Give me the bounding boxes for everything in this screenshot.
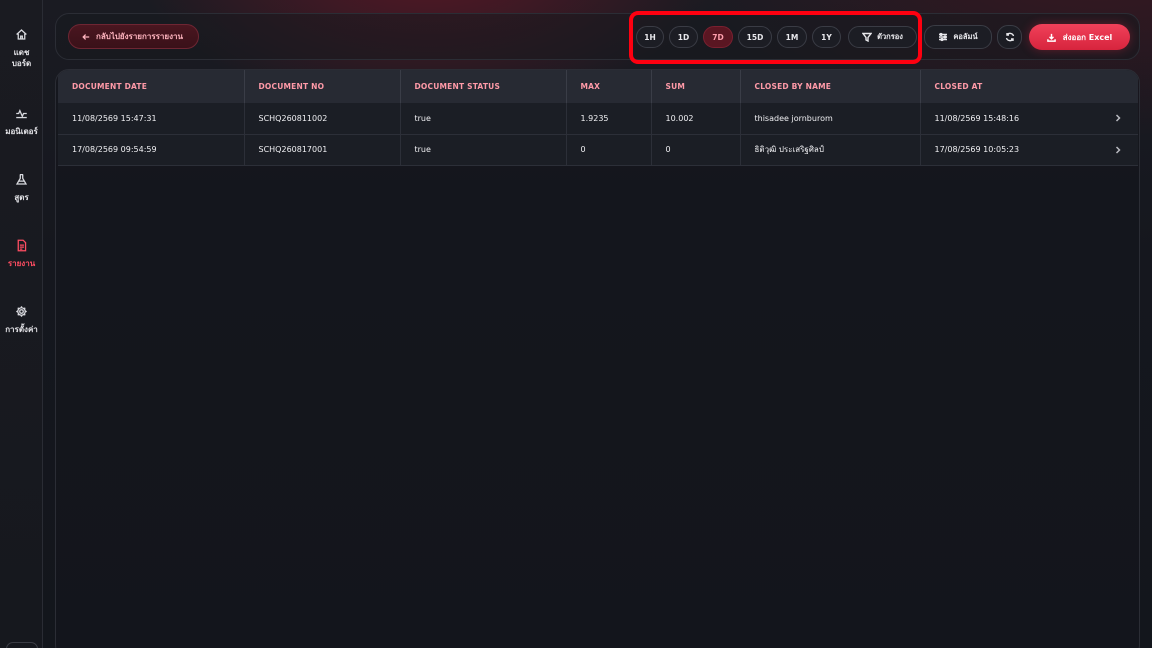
table-cell: SCHQ260817001 bbox=[244, 134, 401, 165]
back-to-reports-button[interactable]: กลับไปยังรายการรายงาน bbox=[68, 24, 199, 49]
sidebar-item-label: แดช บอร์ด bbox=[11, 48, 32, 68]
column-header[interactable]: MAX bbox=[566, 70, 652, 103]
table-cell: 1.9235 bbox=[566, 103, 652, 134]
range-15d-button[interactable]: 15D bbox=[738, 26, 772, 48]
range-1d-button[interactable]: 1D bbox=[669, 26, 698, 48]
chevron-right-icon[interactable] bbox=[1114, 113, 1122, 123]
monitor-wave-icon bbox=[16, 109, 27, 119]
flask-icon bbox=[15, 173, 28, 185]
gear-icon bbox=[16, 306, 27, 317]
download-icon bbox=[1046, 33, 1056, 42]
table-cell-last: 17/08/2569 10:05:23 bbox=[920, 134, 1138, 165]
column-header[interactable]: DOCUMENT DATE bbox=[58, 70, 245, 103]
sidebar-item-label: สูตร bbox=[14, 193, 29, 202]
back-button-label: กลับไปยังรายการรายงาน bbox=[96, 32, 183, 41]
refresh-button[interactable] bbox=[997, 25, 1022, 49]
table-cell: 11/08/2569 15:47:31 bbox=[58, 103, 245, 134]
sidebar-item-formula[interactable]: สูตร bbox=[0, 173, 43, 203]
filter-button-label: ตัวกรอง bbox=[877, 32, 903, 41]
range-label: 1H bbox=[644, 32, 656, 42]
range-label: 15D bbox=[746, 32, 764, 42]
range-label: 1Y bbox=[821, 32, 832, 42]
document-icon bbox=[17, 239, 27, 252]
filter-button[interactable]: ตัวกรอง bbox=[848, 26, 917, 48]
range-7d-button[interactable]: 7D bbox=[703, 26, 733, 48]
range-1m-button[interactable]: 1M bbox=[777, 26, 807, 48]
sidebar-item-dashboard[interactable]: แดช บอร์ด bbox=[0, 28, 43, 69]
range-1y-button[interactable]: 1Y bbox=[812, 26, 841, 48]
table-cell: 17/08/2569 09:54:59 bbox=[58, 134, 245, 165]
columns-button-label: คอลัมน์ bbox=[953, 32, 978, 41]
table-cell: ธิติวุฒิ ประเสริฐศิลป์ bbox=[740, 134, 921, 165]
report-table: DOCUMENT DATE DOCUMENT NO DOCUMENT STATU… bbox=[58, 70, 1138, 166]
table-cell: true bbox=[400, 103, 567, 134]
sidebar: แดช บอร์ด มอนิเตอร์ สูตร รายงาน การตั้งค… bbox=[0, 0, 43, 648]
sliders-icon bbox=[939, 32, 948, 42]
table-cell-value: 17/08/2569 10:05:23 bbox=[934, 145, 1020, 154]
table-cell: true bbox=[400, 134, 567, 165]
column-header[interactable]: CLOSED BY NAME bbox=[740, 70, 921, 103]
column-header[interactable]: DOCUMENT NO bbox=[244, 70, 401, 103]
table-header-row: DOCUMENT DATE DOCUMENT NO DOCUMENT STATU… bbox=[58, 70, 1138, 103]
report-toolbar: กลับไปยังรายการรายงาน 1H 1D 7D 15D 1M 1Y… bbox=[55, 13, 1140, 60]
table-cell-value: 11/08/2569 15:48:16 bbox=[934, 113, 1020, 123]
table-row[interactable]: 17/08/2569 09:54:59 SCHQ260817001 true 0… bbox=[58, 134, 1138, 165]
export-button-label: ส่งออก Excel bbox=[1062, 32, 1113, 42]
table-cell: SCHQ260811002 bbox=[244, 103, 401, 134]
sidebar-collapse-toggle[interactable] bbox=[6, 642, 38, 648]
columns-button[interactable]: คอลัมน์ bbox=[924, 25, 992, 49]
sidebar-item-settings[interactable]: การตั้งค่า bbox=[0, 305, 43, 335]
sidebar-item-reports[interactable]: รายงาน bbox=[0, 239, 43, 269]
sidebar-item-label: รายงาน bbox=[7, 259, 36, 268]
filter-icon bbox=[862, 32, 873, 42]
column-header[interactable]: DOCUMENT STATUS bbox=[400, 70, 567, 103]
table-cell: 0 bbox=[651, 134, 741, 165]
range-1h-button[interactable]: 1H bbox=[636, 26, 664, 48]
range-label: 7D bbox=[712, 32, 724, 42]
table-cell-last: 11/08/2569 15:48:16 bbox=[920, 103, 1138, 134]
table-cell: 0 bbox=[566, 134, 652, 165]
report-table-panel: DOCUMENT DATE DOCUMENT NO DOCUMENT STATU… bbox=[55, 69, 1140, 648]
sidebar-item-label: การตั้งค่า bbox=[5, 325, 38, 334]
table-row[interactable]: 11/08/2569 15:47:31 SCHQ260811002 true 1… bbox=[58, 103, 1138, 134]
range-label: 1M bbox=[785, 32, 799, 42]
range-label: 1D bbox=[677, 32, 690, 42]
table-cell: 10.002 bbox=[651, 103, 741, 134]
sidebar-item-monitor[interactable]: มอนิเตอร์ bbox=[0, 107, 43, 137]
arrow-left-icon bbox=[82, 33, 90, 40]
column-header[interactable]: SUM bbox=[651, 70, 741, 103]
table-cell: thisadee jornburom bbox=[740, 103, 921, 134]
column-header[interactable]: CLOSED AT bbox=[920, 70, 1138, 103]
export-excel-button[interactable]: ส่งออก Excel bbox=[1029, 24, 1130, 50]
chevron-right-icon[interactable] bbox=[1114, 145, 1122, 155]
sidebar-item-label: มอนิเตอร์ bbox=[5, 127, 38, 136]
home-icon bbox=[16, 29, 27, 40]
refresh-icon bbox=[1005, 32, 1014, 42]
